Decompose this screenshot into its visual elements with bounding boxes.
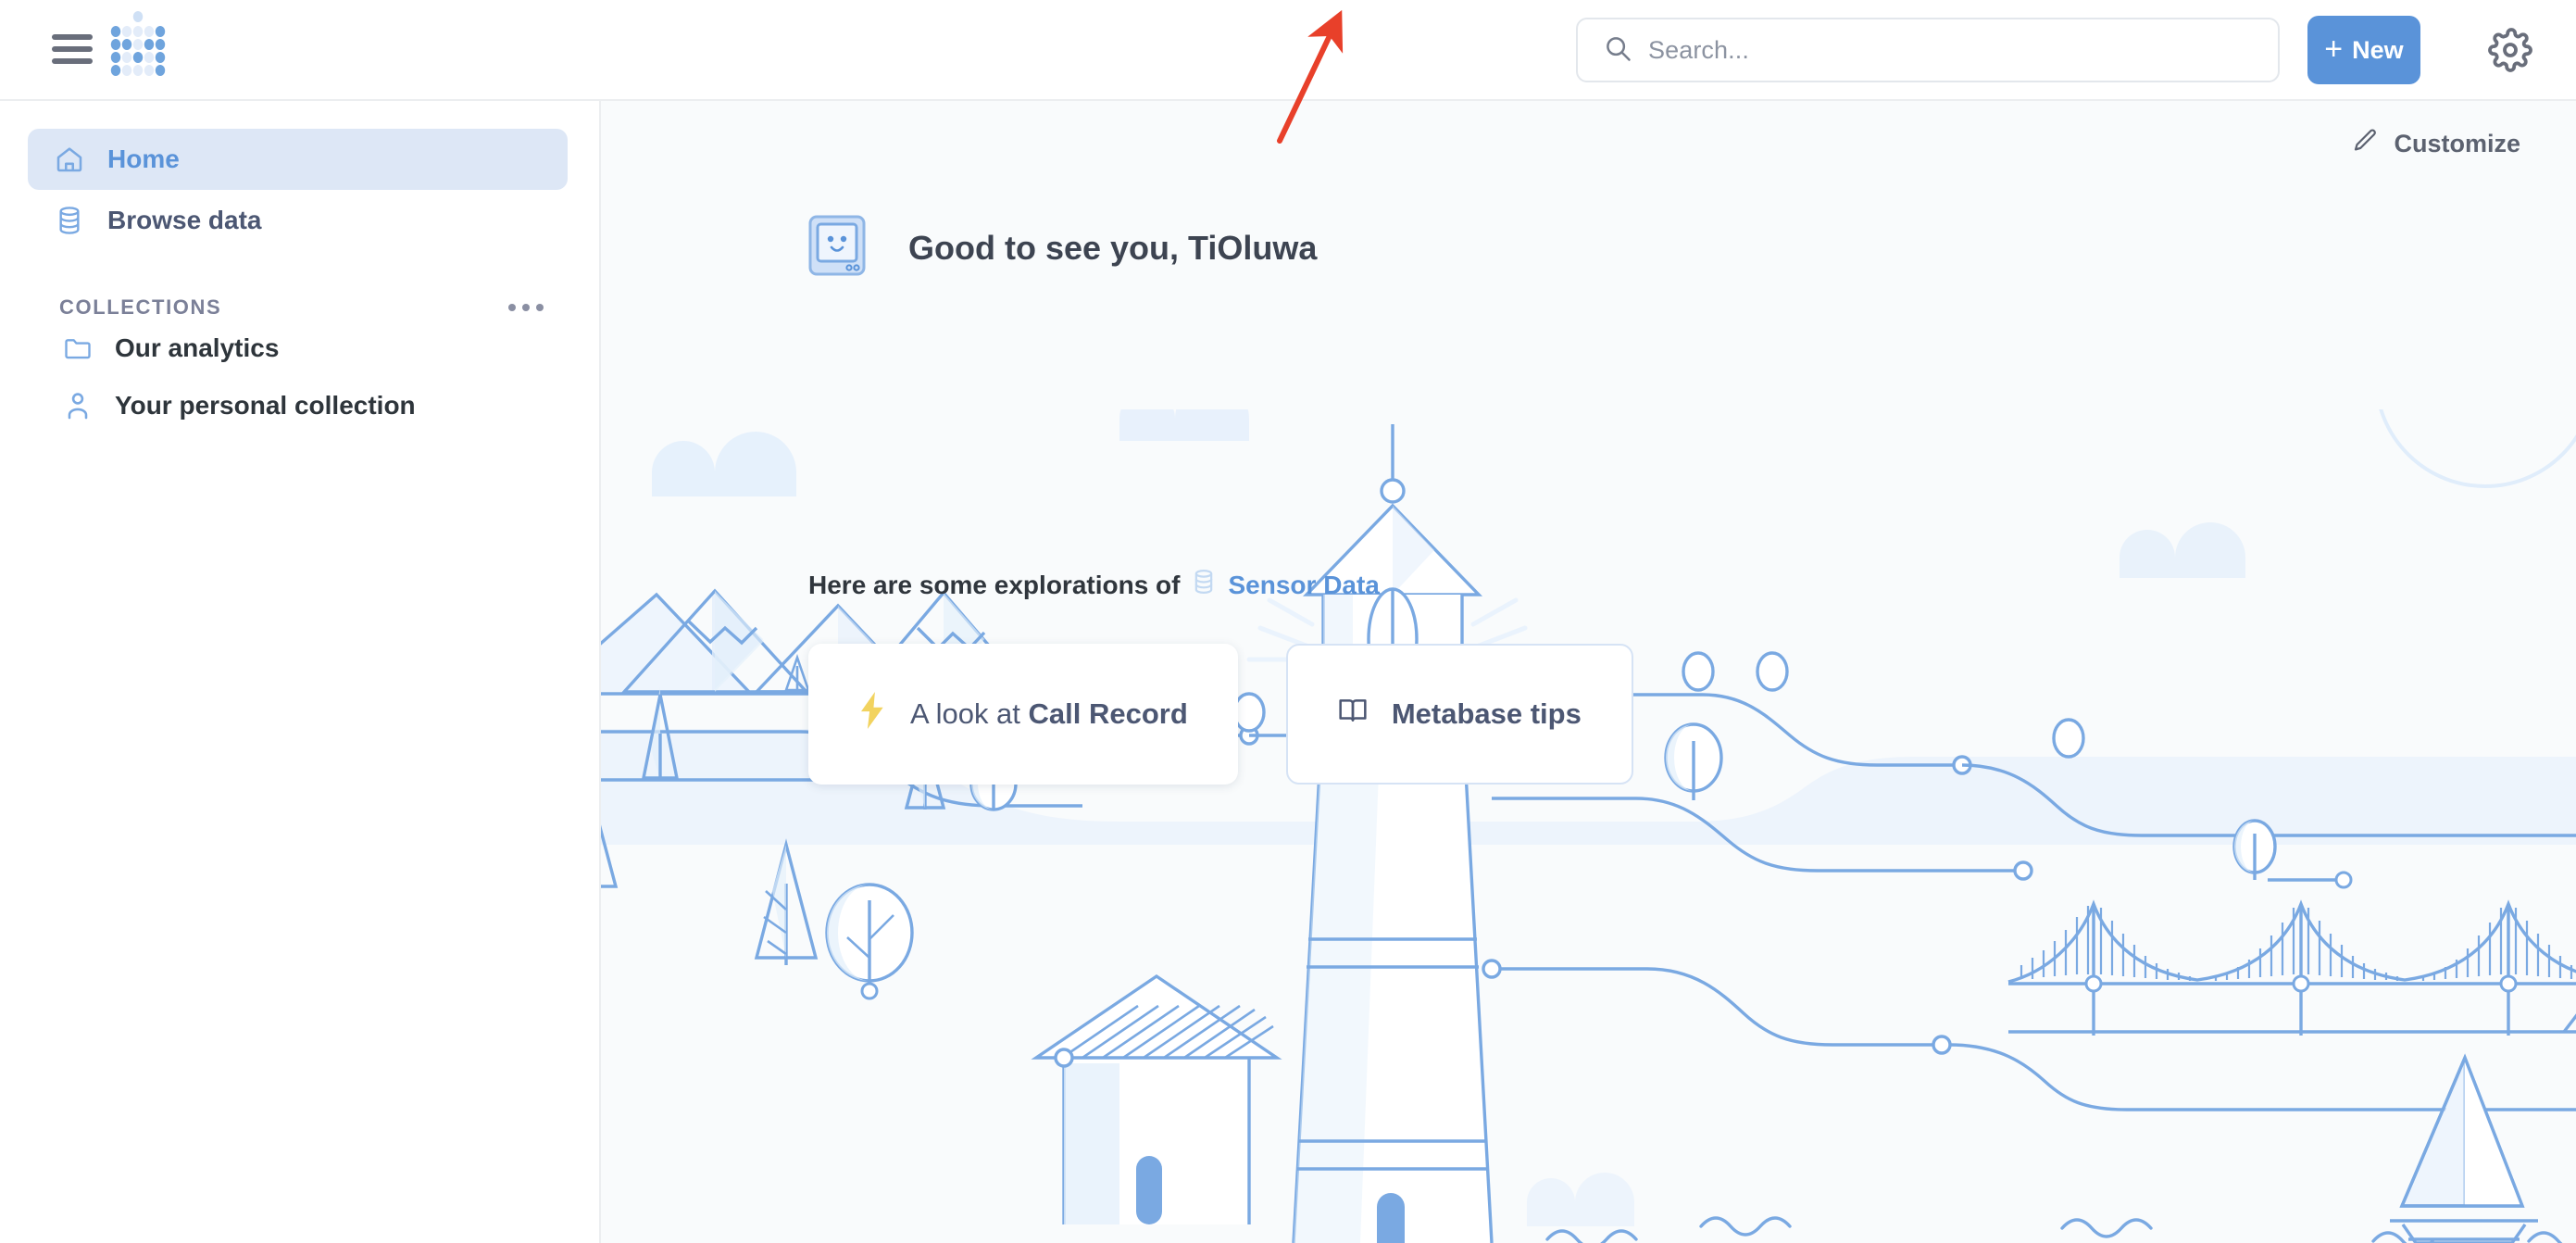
sidebar-item-browse-data-label: Browse data xyxy=(107,206,262,234)
exploration-cards: A look at Call Record Metabase tips xyxy=(808,644,1633,785)
plus-icon: + xyxy=(2324,31,2344,67)
folder-icon xyxy=(63,333,93,363)
search-input[interactable]: Search... xyxy=(1576,18,2280,82)
card-label-light: A look at xyxy=(910,697,1029,730)
new-button-label: New xyxy=(2352,35,2404,64)
database-icon xyxy=(54,205,85,236)
database-name: Sensor Data xyxy=(1228,570,1380,599)
sidebar-item-our-analytics-label: Our analytics xyxy=(115,333,280,362)
hamburger-menu-icon[interactable] xyxy=(52,34,93,64)
top-navigation-bar: Search... + New xyxy=(0,0,2576,101)
person-icon xyxy=(63,391,93,421)
customize-label: Customize xyxy=(2394,130,2520,157)
customize-button[interactable]: Customize xyxy=(2351,127,2520,161)
sidebar-item-browse-data[interactable]: Browse data xyxy=(28,190,568,251)
metabase-logo[interactable] xyxy=(109,11,167,78)
new-button[interactable]: + New xyxy=(2307,16,2420,84)
pencil-icon xyxy=(2351,127,2379,161)
explorations-prefix: Here are some explorations of xyxy=(808,570,1181,599)
sidebar-item-home[interactable]: Home xyxy=(28,129,568,190)
sidebar-item-personal-collection-label: Your personal collection xyxy=(115,391,416,420)
exploration-card-metabase-tips[interactable]: Metabase tips xyxy=(1285,644,1633,785)
book-icon xyxy=(1338,697,1368,732)
collections-section-header: COLLECTIONS xyxy=(59,295,551,320)
house-icon xyxy=(54,144,85,175)
search-input-value: Search... xyxy=(1648,35,1749,64)
card-label-bold: Metabase tips xyxy=(1391,697,1582,730)
greeting-block: Good to see you, TiOluwa xyxy=(808,215,1317,281)
sidebar-item-home-label: Home xyxy=(107,144,180,173)
search-icon xyxy=(1604,34,1632,67)
exploration-card-call-record[interactable]: A look at Call Record xyxy=(808,644,1238,785)
sensor-data-database-link[interactable]: Sensor Data xyxy=(1193,569,1380,601)
explorations-heading: Here are some explorations of Sensor Dat… xyxy=(808,569,1380,601)
sidebar-item-personal-collection[interactable]: Your personal collection xyxy=(46,377,568,434)
greeting-text: Good to see you, TiOluwa xyxy=(908,228,1318,267)
gear-icon[interactable] xyxy=(2488,28,2532,72)
lighthouse-landscape-illustration: .ln { fill:none; stroke:#7aa9e2; stroke-… xyxy=(601,409,2576,1243)
sidebar-item-our-analytics[interactable]: Our analytics xyxy=(46,320,568,377)
database-icon xyxy=(1193,569,1215,601)
lightning-bolt-icon xyxy=(858,692,886,736)
ellipsis-icon[interactable] xyxy=(501,296,551,319)
smiling-computer-icon xyxy=(808,215,866,281)
card-label-bold: Call Record xyxy=(1028,697,1188,730)
main-content: .ln { fill:none; stroke:#7aa9e2; stroke-… xyxy=(601,101,2576,1243)
sidebar: Home Browse data COLLECTIONS Our analyti… xyxy=(0,101,601,1243)
collections-label: COLLECTIONS xyxy=(59,295,222,319)
